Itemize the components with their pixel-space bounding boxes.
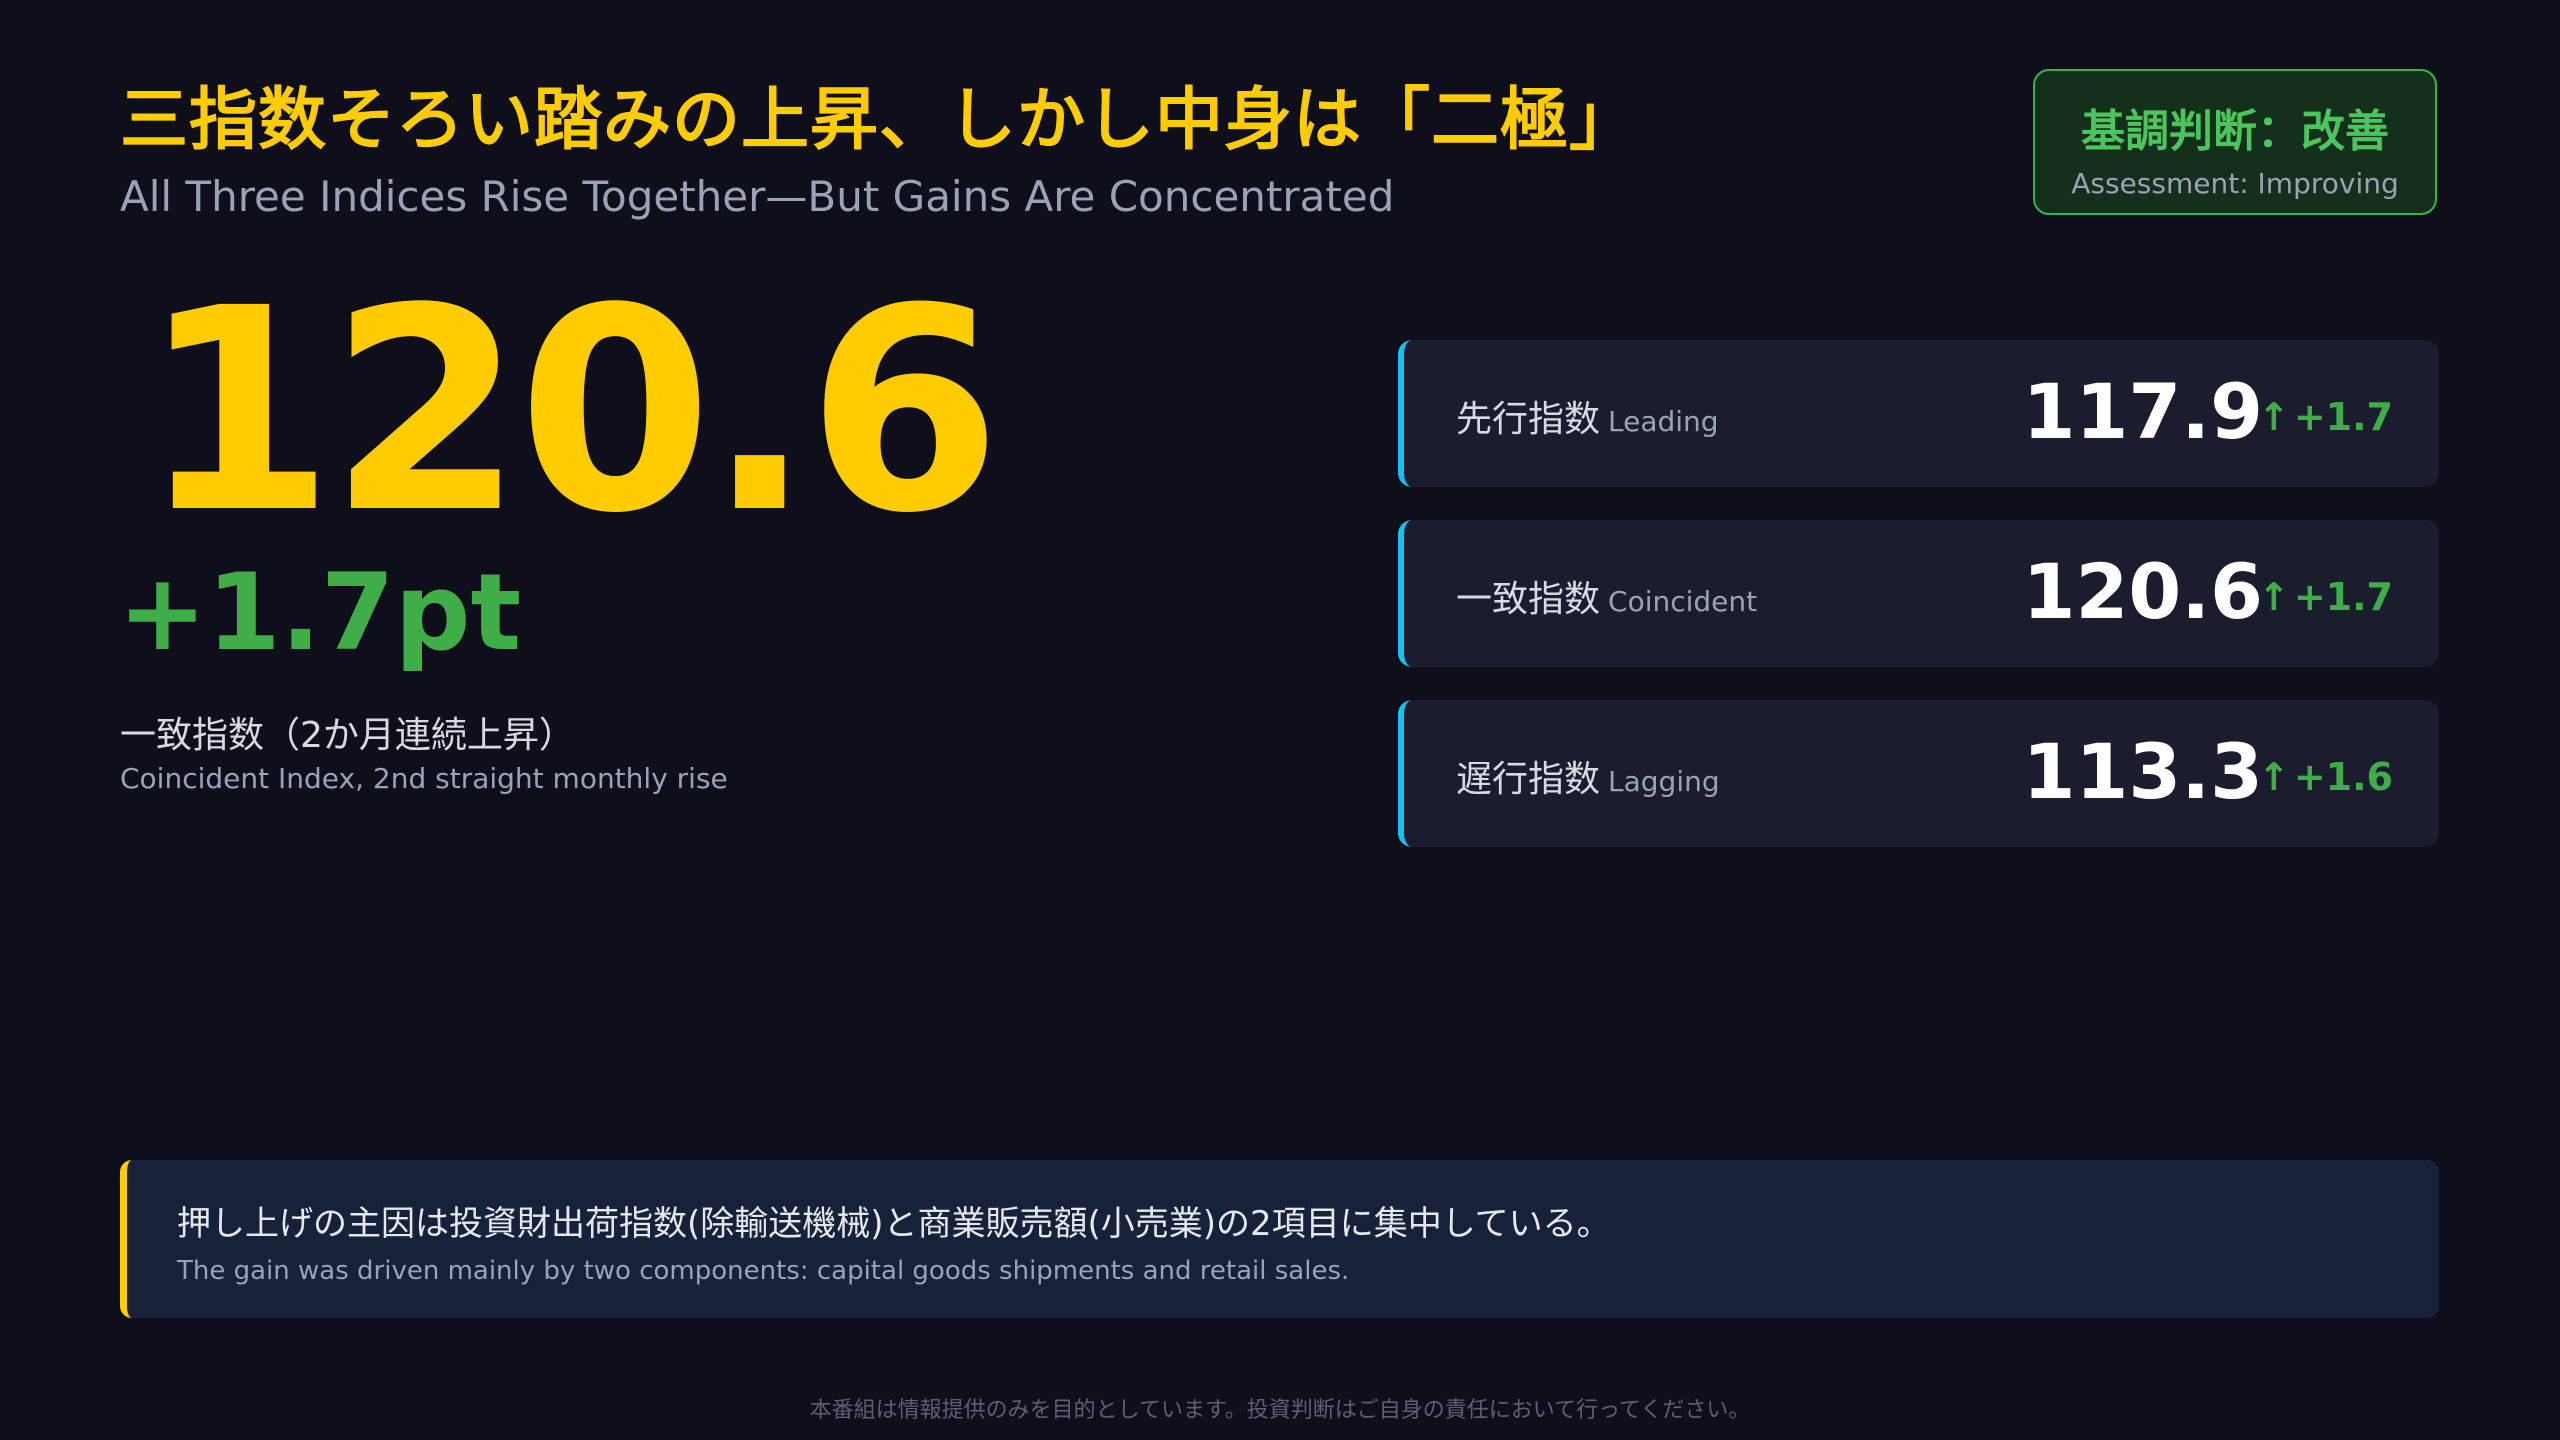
hero-change: +1.7pt	[118, 551, 522, 674]
index-card-label: 遅行指数 Lagging	[1456, 750, 1720, 802]
assessment-badge: 基調判断：改善 Assessment: Improving	[2033, 69, 2437, 215]
index-card-lagging: 遅行指数 Lagging 113.3 ↑ +1.6	[1398, 700, 2439, 847]
page-title: 三指数そろい踏みの上昇、しかし中身は「二極」	[120, 81, 1639, 160]
index-card-label: 先行指数 Leading	[1456, 390, 1719, 442]
key-driver-callout: 押し上げの主因は投資財出荷指数(除輸送機械)と商業販売額(小売業)の2項目に集中…	[120, 1160, 2439, 1318]
index-change-value: +1.7	[2293, 395, 2393, 439]
index-change: ↑ +1.7	[2258, 398, 2393, 436]
arrow-up-icon: ↑	[2258, 395, 2290, 439]
page-subtitle: All Three Indices Rise Together—But Gain…	[120, 172, 1395, 221]
index-label-jp: 一致指数	[1456, 579, 1601, 620]
hero-value: 120.6	[140, 249, 1002, 575]
callout-text-jp: 押し上げの主因は投資財出荷指数(除輸送機械)と商業販売額(小売業)の2項目に集中…	[177, 1204, 1611, 1244]
index-card-coincident: 一致指数 Coincident 120.6 ↑ +1.7	[1398, 520, 2439, 667]
assessment-label-en: Assessment: Improving	[2071, 167, 2399, 200]
callout-text-en: The gain was driven mainly by two compon…	[177, 1256, 1350, 1286]
hero-label-en: Coincident Index, 2nd straight monthly r…	[120, 762, 728, 795]
index-label-en: Leading	[1608, 405, 1719, 438]
assessment-label-jp: 基調判断：改善	[2081, 106, 2389, 157]
arrow-up-icon: ↑	[2258, 755, 2290, 799]
index-value: 120.6	[2022, 547, 2263, 636]
index-label-en: Coincident	[1608, 585, 1758, 618]
index-change-value: +1.6	[2293, 755, 2393, 799]
index-card-label: 一致指数 Coincident	[1456, 570, 1757, 622]
hero-label-jp: 一致指数（2か月連続上昇）	[120, 715, 575, 756]
footer-disclaimer: 本番組は情報提供のみを目的としています。投資判断はご自身の責任において行ってくだ…	[809, 1398, 1751, 1423]
index-label-jp: 先行指数	[1456, 399, 1601, 440]
arrow-up-icon: ↑	[2258, 575, 2290, 619]
index-label-en: Lagging	[1608, 765, 1720, 798]
index-label-jp: 遅行指数	[1456, 759, 1601, 800]
index-value: 113.3	[2022, 727, 2263, 816]
index-value: 117.9	[2022, 367, 2263, 456]
index-card-leading: 先行指数 Leading 117.9 ↑ +1.7	[1398, 340, 2439, 487]
index-change: ↑ +1.6	[2258, 758, 2393, 796]
index-change-value: +1.7	[2293, 575, 2393, 619]
index-change: ↑ +1.7	[2258, 578, 2393, 616]
